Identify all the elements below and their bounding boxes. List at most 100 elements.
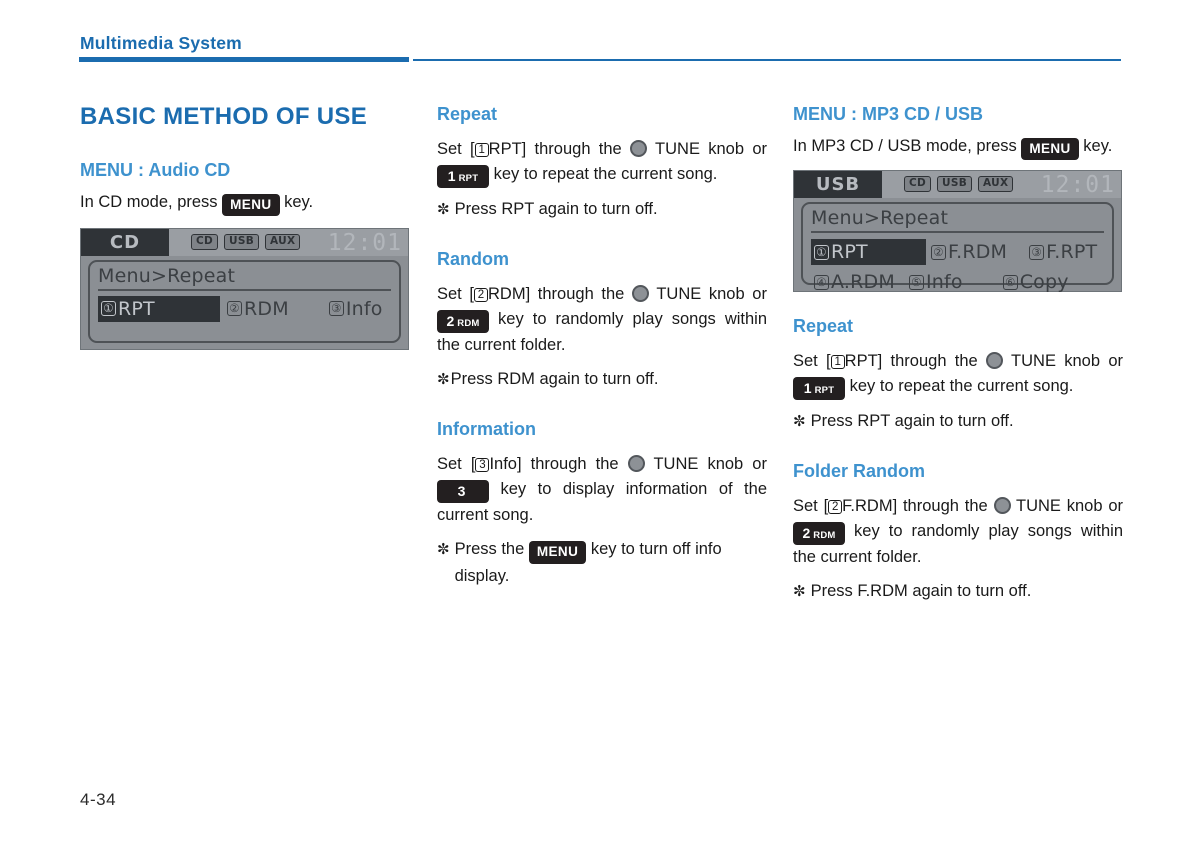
tune-knob-icon <box>986 351 1004 369</box>
lcd-usb-menu-row-1: ① RPT ② F.RDM ③ F.RPT <box>811 237 1104 267</box>
repeat-usb-circled-number: 1 <box>830 354 845 369</box>
repeat-note-text: Press RPT again to turn off. <box>454 200 658 219</box>
information-note-text: Press the MENU key to turn off info disp… <box>455 537 767 589</box>
mp3-usb-intro-before: In MP3 CD / USB mode, press <box>793 136 1017 155</box>
lcd-cd-item-rdm: ② RDM <box>224 296 292 322</box>
lcd-usb-item-ardm: ④ A.RDM <box>811 269 898 295</box>
lcd-cd-item-info: ③ Info <box>326 296 386 322</box>
asterisk-icon: ✼ <box>437 371 450 389</box>
lcd-cd-item-rpt-number: ① <box>101 301 116 317</box>
lcd-cd-breadcrumb: Menu>Repeat <box>98 265 391 292</box>
lcd-usb-breadcrumb: Menu>Repeat <box>811 207 1104 234</box>
key-badge-1-rpt: 1 RPT <box>793 376 845 401</box>
repeat-t4: key to repeat the current song. <box>493 164 718 183</box>
lcd-usb-source-badges: CD USB AUX <box>904 176 1014 192</box>
information-note-before: Press the <box>454 540 525 559</box>
asterisk-icon: ✼ <box>437 541 450 559</box>
information-body: Set [3 Info] through the TUNE knob or 3 k… <box>437 452 767 529</box>
lcd-usb-inner: Menu>Repeat ① RPT ② F.RDM ③ F.RPT ④ A.RDM <box>801 202 1114 293</box>
header-rule-thick <box>79 57 409 62</box>
information-circled-number: 3 <box>475 457 490 472</box>
key-badge-1-rpt-number: 1 <box>803 379 812 396</box>
repeat-t2: RPT] through the <box>488 139 622 158</box>
audio-cd-intro: In CD mode, press MENU key. <box>80 190 410 217</box>
lcd-usb-item-frpt-number: ③ <box>1029 244 1045 260</box>
section-heading-information: Information <box>437 419 536 440</box>
header-rule-thin <box>413 59 1121 61</box>
menu-key-badge: MENU <box>528 541 587 564</box>
section-heading-random: Random <box>437 249 509 270</box>
source-badge-aux: AUX <box>978 176 1014 192</box>
tune-knob-icon <box>631 284 649 302</box>
audio-cd-intro-before: In CD mode, press <box>80 192 218 211</box>
section-heading-repeat-usb: Repeat <box>793 316 854 337</box>
audio-cd-intro-after: key. <box>284 192 314 211</box>
key-badge-1-rpt-label: RPT <box>814 384 835 396</box>
folder-random-body: Set [2 F.RDM] through the TUNE knob or 2R… <box>793 494 1123 571</box>
lcd-usb-item-ardm-label: A.RDM <box>831 271 895 294</box>
random-body: Set [2 RDM] through the TUNE knob or 2 RDM… <box>437 282 767 359</box>
lcd-usb-item-info: ⑤ Info <box>906 269 966 295</box>
asterisk-icon: ✼ <box>793 413 806 431</box>
lcd-cd-source-badges: CD USB AUX <box>191 234 301 250</box>
lcd-cd-item-rdm-label: RDM <box>244 297 289 320</box>
source-badge-usb: USB <box>224 234 260 250</box>
information-note: ✼ Press the MENU key to turn off info di… <box>437 537 767 589</box>
lcd-usb-topbar: USB CD USB AUX 12:01 <box>794 171 1121 199</box>
column-cd-functions: Repeat Set [1 RPT] through the TUNE knob … <box>437 104 767 589</box>
repeat-usb-t3: TUNE knob or <box>1011 351 1123 370</box>
column-mp3-usb: MENU : MP3 CD / USB In MP3 CD / USB mode… <box>793 104 1123 604</box>
asterisk-icon: ✼ <box>793 583 806 601</box>
random-t1: Set [ <box>437 284 474 303</box>
lcd-screen-usb: USB CD USB AUX 12:01 Menu>Repeat ① RPT ②F… <box>793 170 1122 293</box>
key-badge-3: 3 <box>437 479 489 504</box>
lcd-usb-item-ardm-number: ④ <box>814 274 829 290</box>
lcd-cd-clock: 12:01 <box>327 230 402 257</box>
key-badge-1-rpt-label: RPT <box>458 172 479 184</box>
lcd-usb-clock: 12:01 <box>1040 172 1115 199</box>
section-heading-repeat: Repeat <box>437 104 498 124</box>
lcd-usb-item-frpt-label: F.RPT <box>1046 241 1098 264</box>
source-badge-cd: CD <box>191 234 219 250</box>
key-badge-2-rdm-label: RDM <box>813 529 836 541</box>
folder-random-circled-number: 2 <box>828 499 843 514</box>
lcd-cd-inner: Menu>Repeat ① RPT ② RDM ③ Info <box>88 260 401 344</box>
lcd-cd-item-rdm-number: ② <box>227 301 242 317</box>
folder-random-t1: Set [ <box>793 496 829 515</box>
key-badge-1-rpt: 1 RPT <box>437 164 489 189</box>
folder-random-note-text: Press F.RDM again to turn off. <box>810 582 1032 601</box>
key-badge-2-rdm-number: 2 <box>802 524 811 541</box>
folder-random-t3: TUNE knob or <box>1016 496 1123 515</box>
menu-key-badge: MENU <box>1021 137 1079 161</box>
key-badge-1-rpt-number: 1 <box>447 167 456 184</box>
repeat-usb-t2: RPT] through the <box>844 351 978 370</box>
tune-knob-icon <box>627 454 645 472</box>
tune-knob-icon <box>993 496 1011 514</box>
key-badge-2-rdm: 2 RDM <box>793 521 845 546</box>
lcd-usb-item-copy-label: Copy <box>1019 271 1069 294</box>
repeat-usb-t4: key to repeat the current song. <box>849 376 1074 395</box>
information-t1: Set [ <box>437 454 476 473</box>
information-t2: Info] through the <box>489 454 619 473</box>
source-badge-aux: AUX <box>265 234 301 250</box>
page-header-title: Multimedia System <box>80 33 242 53</box>
lcd-usb-item-copy: ⑥ Copy <box>1000 269 1072 295</box>
random-note-text: Press RDM again to turn off. <box>450 370 659 389</box>
lcd-usb-mode-label: USB <box>794 171 882 199</box>
lcd-usb-item-frpt: ③ F.RPT <box>1026 239 1100 265</box>
repeat-circled-number: 1 <box>474 142 489 157</box>
source-badge-cd: CD <box>904 176 932 192</box>
source-badge-usb: USB <box>937 176 973 192</box>
lcd-cd-item-info-label: Info <box>345 297 383 320</box>
lcd-usb-item-rpt-number: ① <box>814 244 829 260</box>
page-header: Multimedia System <box>0 0 1200 70</box>
tune-knob-icon <box>630 139 648 157</box>
random-note: ✼ Press RDM again to turn off. <box>437 367 767 392</box>
key-badge-3-number: 3 <box>457 482 466 499</box>
section-heading-mp3-usb: MENU : MP3 CD / USB <box>793 104 984 124</box>
lcd-usb-item-info-number: ⑤ <box>908 274 924 290</box>
lcd-usb-item-rpt-label: RPT <box>831 241 868 264</box>
